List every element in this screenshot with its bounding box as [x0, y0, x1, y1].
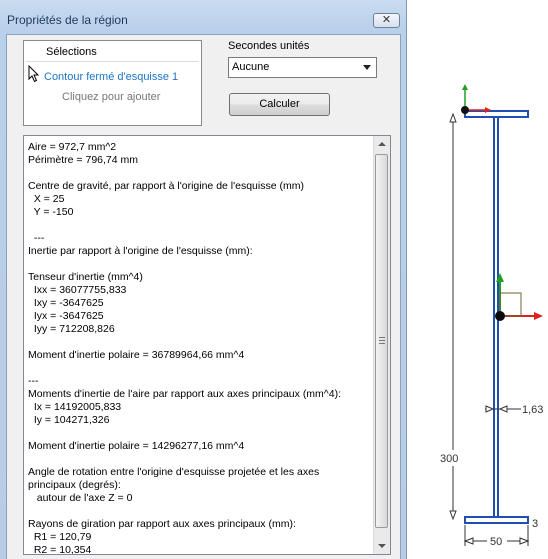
result-line	[28, 362, 373, 375]
result-line	[28, 167, 373, 180]
web-dimension-text[interactable]: 1,63	[522, 404, 543, 416]
bottom-flange[interactable]	[464, 516, 529, 524]
result-line: Rayons de giration par rapport aux axes …	[28, 518, 296, 530]
scroll-down-arrow-icon[interactable]	[378, 544, 386, 548]
selected-contour-item[interactable]: Contour fermé d'esquisse 1	[44, 71, 178, 83]
close-button[interactable]: ✕	[373, 13, 400, 28]
result-line: Iy = 104271,326	[28, 414, 110, 426]
result-line	[28, 453, 373, 466]
result-line: Iyy = 712208,826	[28, 323, 115, 335]
width-dimension-text[interactable]: 50	[490, 536, 502, 548]
result-line: Ix = 14192005,833	[28, 401, 122, 413]
result-line: principaux (degrés):	[28, 479, 121, 491]
scrollbar-grip-icon	[379, 337, 385, 344]
result-line: Moments d'inertie de l'aire par rapport …	[28, 388, 341, 400]
region-properties-dialog: Propriétés de la région ✕ Sélections Con…	[0, 0, 407, 559]
sketch-canvas[interactable]: 300 1,63 50 3	[407, 0, 548, 559]
click-to-add-hint[interactable]: Cliquez pour ajouter	[62, 91, 160, 103]
result-line: Aire = 972,7 mm^2	[28, 141, 117, 153]
results-scrollbar[interactable]	[373, 136, 390, 554]
title-bar[interactable]: Propriétés de la région ✕	[0, 0, 407, 34]
result-line: Iyx = -3647625	[28, 310, 104, 322]
results-lines: Aire = 972,7 mm^2 Périmètre = 796,74 mm Ce…	[28, 141, 373, 555]
origin-point[interactable]	[461, 106, 469, 114]
dialog-client-area: Sélections Contour fermé d'esquisse 1 Cl…	[6, 34, 401, 559]
result-line: autour de l'axe Z = 0	[28, 492, 133, 504]
result-line	[28, 258, 373, 271]
result-line: Y = -150	[28, 206, 74, 218]
second-units-label: Secondes unités	[228, 40, 310, 52]
result-line	[28, 336, 373, 349]
dialog-title: Propriétés de la région	[7, 13, 128, 27]
result-line: R2 = 10,354	[28, 544, 92, 555]
result-line: ---	[28, 232, 45, 244]
top-flange[interactable]	[464, 110, 529, 118]
result-line: Angle de rotation entre l'origine d'esqu…	[28, 466, 320, 478]
result-line: X = 25	[28, 193, 65, 205]
centroid-point[interactable]	[495, 311, 505, 321]
calculate-button[interactable]: Calculer	[229, 93, 330, 116]
result-line	[28, 505, 373, 518]
mouse-cursor-icon	[28, 65, 40, 83]
results-text-area[interactable]: Aire = 972,7 mm^2 Périmètre = 796,74 mm Ce…	[23, 135, 391, 555]
result-line	[28, 219, 373, 232]
result-line: Ixy = -3647625	[28, 297, 104, 309]
result-line: Tenseur d'inertie (mm^4)	[28, 271, 143, 283]
selections-header: Sélections	[26, 43, 199, 62]
result-line	[28, 427, 373, 440]
result-line: Moment d'inertie polaire = 36789964,66 m…	[28, 349, 245, 361]
result-line: Centre de gravité, par rapport à l'origi…	[28, 180, 304, 192]
height-dimension-text[interactable]: 300	[440, 453, 458, 465]
second-units-value: Aucune	[232, 61, 270, 73]
selections-panel[interactable]: Sélections Contour fermé d'esquisse 1 Cl…	[23, 40, 202, 126]
result-line: Périmètre = 796,74 mm	[28, 154, 139, 166]
flange-dimension-text[interactable]: 3	[532, 518, 538, 530]
result-line: ---	[28, 375, 39, 387]
result-line: Ixx = 36077755,833	[28, 284, 127, 296]
result-line: R1 = 120,79	[28, 531, 92, 543]
scroll-up-arrow-icon[interactable]	[378, 142, 386, 146]
result-line: Inertie par rapport à l'origine de l'esq…	[28, 245, 253, 257]
chevron-down-icon	[363, 65, 371, 70]
close-icon: ✕	[381, 14, 392, 26]
scrollbar-thumb[interactable]	[375, 154, 388, 528]
result-line: Moment d'inertie polaire = 14296277,16 m…	[28, 440, 245, 452]
second-units-dropdown[interactable]: Aucune	[228, 57, 377, 78]
